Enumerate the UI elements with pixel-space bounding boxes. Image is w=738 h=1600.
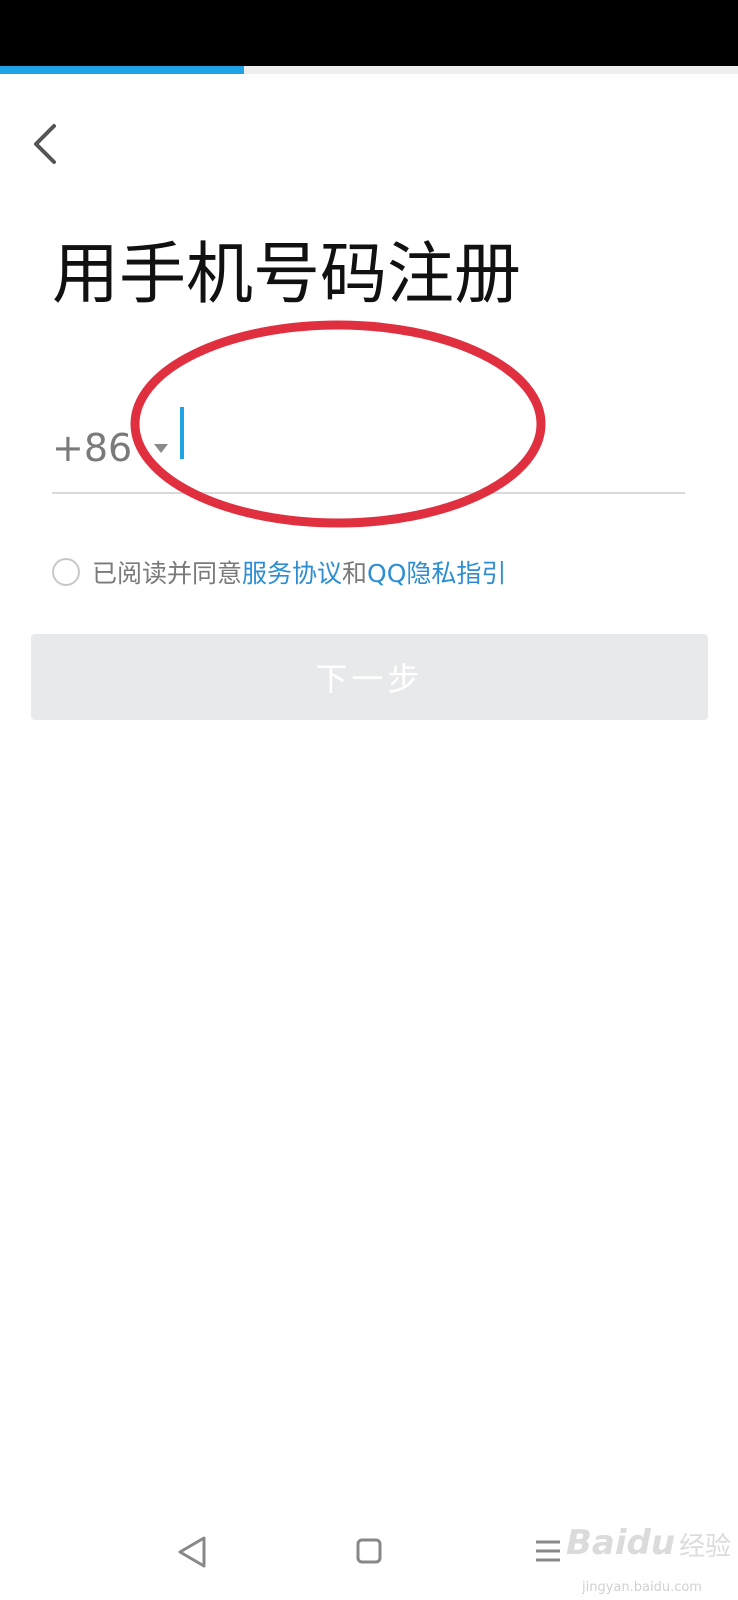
- progress-bar: [0, 66, 738, 74]
- text-cursor: [180, 407, 184, 459]
- watermark-url: jingyan.baidu.com: [582, 1580, 702, 1595]
- phone-input-row: +86: [52, 402, 687, 494]
- country-code-selector[interactable]: +86: [52, 418, 169, 478]
- baidu-watermark: Baidu 经验: [566, 1526, 731, 1560]
- caret-down-icon: [154, 443, 169, 453]
- agreement-prefix: 已阅读并同意: [92, 559, 243, 588]
- phone-number-input[interactable]: [177, 408, 687, 478]
- chevron-left-icon: [34, 124, 56, 164]
- next-step-button[interactable]: 下一步: [31, 634, 708, 720]
- system-nav-bar: Baidu 经验 jingyan.baidu.com: [0, 1500, 738, 1600]
- privacy-guide-link[interactable]: QQ隐私指引: [367, 554, 506, 590]
- agreement-conjunction: 和: [342, 559, 368, 588]
- service-agreement-link[interactable]: 服务协议: [242, 554, 342, 590]
- back-button[interactable]: [26, 120, 66, 172]
- status-bar: [0, 0, 738, 66]
- baidu-logo-text: Baidu: [566, 1523, 676, 1563]
- triangle-back-icon[interactable]: [176, 1534, 208, 1570]
- page-title: 用手机号码注册: [52, 235, 521, 313]
- agreement-checkbox[interactable]: [52, 558, 80, 586]
- agreement-row: 已阅读并同意 服务协议 和 QQ隐私指引: [52, 552, 506, 592]
- menu-icon[interactable]: [534, 1538, 562, 1564]
- progress-fill: [0, 66, 244, 74]
- square-home-icon[interactable]: [356, 1538, 382, 1564]
- jingyan-label: 经验: [679, 1532, 732, 1562]
- country-code-label: +86: [52, 426, 133, 470]
